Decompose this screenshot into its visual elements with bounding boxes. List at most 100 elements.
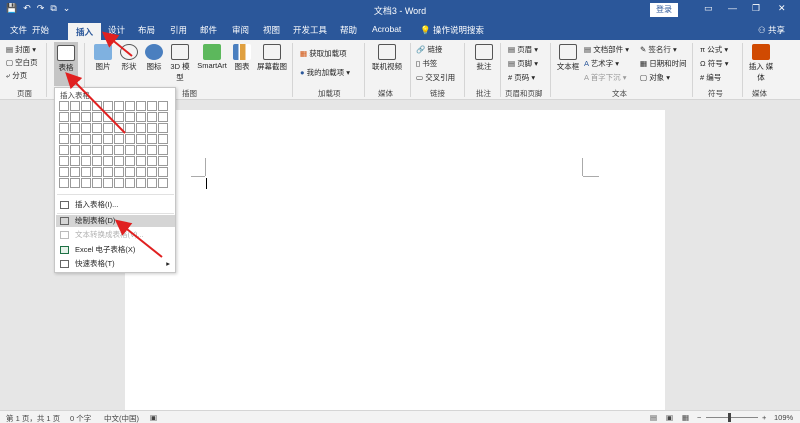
print-layout-icon[interactable]: ▣ [666, 413, 673, 422]
document-page[interactable] [125, 110, 665, 410]
tab-layout[interactable]: 布局 [138, 24, 155, 36]
table-grid-cell[interactable] [158, 134, 168, 144]
minimize-button[interactable]: — [728, 3, 737, 13]
table-grid-cell[interactable] [147, 167, 157, 177]
table-grid-cell[interactable] [147, 134, 157, 144]
table-grid-cell[interactable] [103, 145, 113, 155]
online-video-button[interactable]: 联机视频 [370, 44, 404, 72]
object-button[interactable]: ▢ 对象 ▾ [640, 72, 670, 83]
link-button[interactable]: 🔗 链接 [416, 44, 442, 55]
cover-page-button[interactable]: ▤ 封面 ▾ [6, 44, 36, 55]
table-grid-cell[interactable] [125, 101, 135, 111]
accessibility-icon[interactable]: ▣ [150, 413, 157, 422]
bookmark-button[interactable]: ▯ 书签 [416, 58, 437, 69]
table-grid-cell[interactable] [125, 145, 135, 155]
table-grid-cell[interactable] [81, 156, 91, 166]
table-grid-cell[interactable] [158, 156, 168, 166]
3d-model-button[interactable]: 3D 模型 [168, 44, 192, 83]
smartart-button[interactable]: SmartArt [194, 44, 230, 70]
menu-convert-text[interactable]: 文本转换成表格(V)... [56, 229, 175, 241]
my-addins-button[interactable]: ● 我的加载项 ▾ [300, 67, 350, 78]
table-grid-cell[interactable] [136, 156, 146, 166]
insert-media-button[interactable]: 插入 媒体 [748, 44, 774, 83]
table-grid-cell[interactable] [92, 145, 102, 155]
table-grid-cell[interactable] [59, 101, 69, 111]
table-grid-cell[interactable] [81, 178, 91, 188]
table-grid-cell[interactable] [147, 178, 157, 188]
table-grid-cell[interactable] [59, 145, 69, 155]
restore-button[interactable]: ❐ [752, 3, 760, 14]
textbox-button[interactable]: 文本框 [555, 44, 581, 72]
table-grid-cell[interactable] [81, 145, 91, 155]
table-grid-cell[interactable] [114, 145, 124, 155]
table-grid-cell[interactable] [70, 178, 80, 188]
table-grid-cell[interactable] [158, 101, 168, 111]
table-grid-cell[interactable] [70, 123, 80, 133]
page-number-button[interactable]: # 页码 ▾ [508, 72, 535, 83]
table-grid-cell[interactable] [59, 156, 69, 166]
table-grid-cell[interactable] [92, 123, 102, 133]
table-grid-cell[interactable] [70, 101, 80, 111]
table-grid-cell[interactable] [136, 145, 146, 155]
equation-button[interactable]: π 公式 ▾ [700, 44, 728, 55]
table-grid-cell[interactable] [103, 123, 113, 133]
table-grid-cell[interactable] [92, 167, 102, 177]
table-grid-cell[interactable] [81, 123, 91, 133]
table-grid-cell[interactable] [147, 101, 157, 111]
picture-button[interactable]: 图片 [92, 44, 114, 72]
page-break-button[interactable]: ⤶ 分页 [6, 70, 27, 81]
table-grid-cell[interactable] [103, 112, 113, 122]
table-grid-cell[interactable] [158, 167, 168, 177]
chart-button[interactable]: 图表 [232, 44, 252, 72]
tab-view[interactable]: 视图 [263, 24, 280, 36]
drop-cap-button[interactable]: A 首字下沉 ▾ [584, 72, 627, 83]
table-grid-cell[interactable] [158, 112, 168, 122]
table-grid-cell[interactable] [125, 178, 135, 188]
table-size-grid[interactable] [59, 101, 168, 188]
tab-acrobat[interactable]: Acrobat [372, 24, 401, 34]
table-grid-cell[interactable] [136, 112, 146, 122]
menu-excel-sheet[interactable]: Excel 电子表格(X) [56, 244, 175, 256]
table-grid-cell[interactable] [114, 167, 124, 177]
tab-insert[interactable]: 插入 [68, 23, 102, 40]
table-grid-cell[interactable] [125, 123, 135, 133]
table-grid-cell[interactable] [70, 145, 80, 155]
shapes-button[interactable]: 形状 [118, 44, 140, 72]
login-button[interactable]: 登录 [650, 3, 678, 17]
cross-reference-button[interactable]: ▭ 交叉引用 [416, 72, 455, 83]
menu-draw-table[interactable]: 绘制表格(D) [56, 215, 175, 227]
table-grid-cell[interactable] [81, 112, 91, 122]
table-grid-cell[interactable] [136, 134, 146, 144]
table-grid-cell[interactable] [136, 101, 146, 111]
get-addins-button[interactable]: ▦ 获取加载项 [300, 48, 347, 59]
table-grid-cell[interactable] [136, 178, 146, 188]
tab-developer[interactable]: 开发工具 [293, 24, 327, 36]
table-grid-cell[interactable] [103, 167, 113, 177]
table-grid-cell[interactable] [59, 178, 69, 188]
zoom-out-button[interactable]: − [697, 413, 701, 422]
table-grid-cell[interactable] [114, 156, 124, 166]
tab-design[interactable]: 设计 [108, 24, 125, 36]
table-grid-cell[interactable] [125, 167, 135, 177]
table-grid-cell[interactable] [103, 178, 113, 188]
date-time-button[interactable]: ▦ 日期和时间 [640, 58, 687, 69]
zoom-level[interactable]: 109% [774, 413, 793, 422]
language[interactable]: 中文(中国) [104, 413, 139, 423]
table-grid-cell[interactable] [92, 134, 102, 144]
table-grid-cell[interactable] [103, 101, 113, 111]
table-grid-cell[interactable] [103, 156, 113, 166]
table-grid-cell[interactable] [136, 123, 146, 133]
table-grid-cell[interactable] [158, 145, 168, 155]
table-grid-cell[interactable] [81, 134, 91, 144]
table-grid-cell[interactable] [70, 167, 80, 177]
table-grid-cell[interactable] [147, 156, 157, 166]
table-grid-cell[interactable] [125, 156, 135, 166]
zoom-slider-thumb[interactable] [728, 413, 731, 422]
tell-me-search[interactable]: 💡 操作说明搜索 [420, 24, 484, 36]
table-grid-cell[interactable] [59, 123, 69, 133]
table-grid-cell[interactable] [81, 167, 91, 177]
table-grid-cell[interactable] [158, 123, 168, 133]
page-count[interactable]: 第 1 页，共 1 页 [6, 413, 60, 423]
table-grid-cell[interactable] [92, 112, 102, 122]
tab-mailings[interactable]: 邮件 [200, 24, 217, 36]
